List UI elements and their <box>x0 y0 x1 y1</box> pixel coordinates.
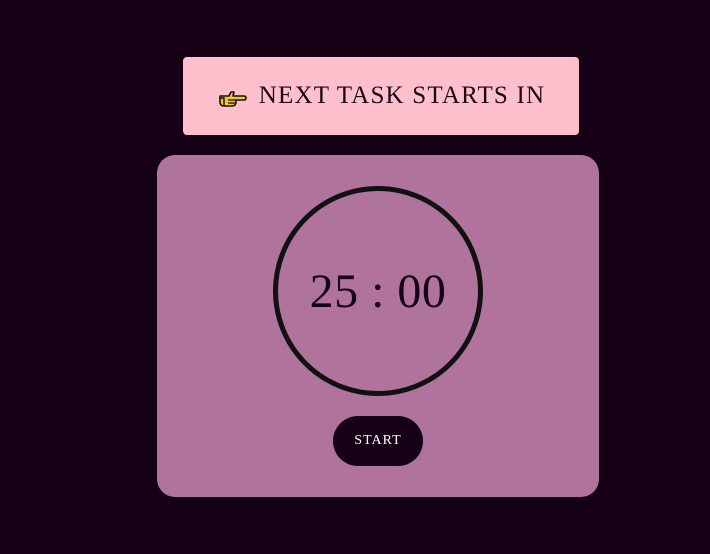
timer-card: 25 : 00 START <box>157 155 599 497</box>
start-button[interactable]: START <box>333 416 423 466</box>
next-task-banner: NEXT TASK STARTS IN <box>183 57 579 135</box>
timer-ring: 25 : 00 <box>273 186 483 396</box>
banner-title: NEXT TASK STARTS IN <box>258 82 546 109</box>
timer-display: 25 : 00 <box>309 264 447 318</box>
pointing-right-icon <box>217 85 247 111</box>
